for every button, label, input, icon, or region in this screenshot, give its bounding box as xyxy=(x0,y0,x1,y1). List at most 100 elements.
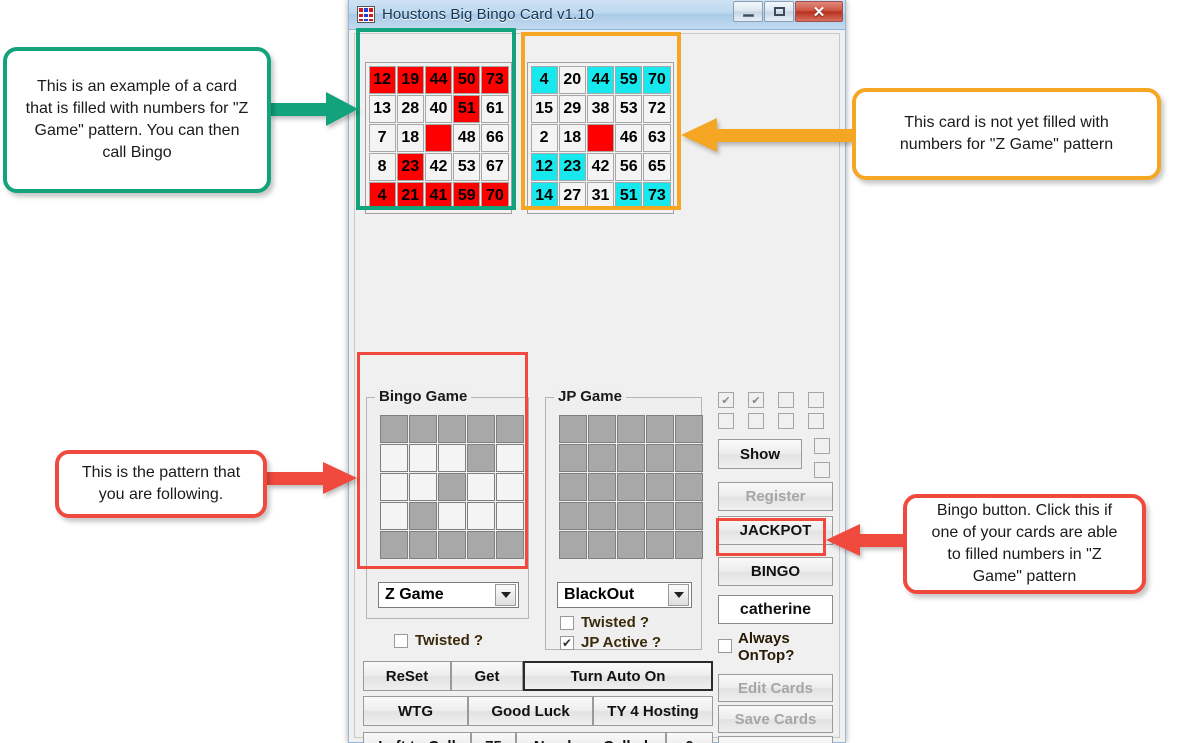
card-cell[interactable]: 21 xyxy=(396,181,424,210)
jackpot-button[interactable]: JACKPOT xyxy=(718,516,833,545)
player-name-field[interactable]: catherine xyxy=(718,595,833,624)
pattern-cell[interactable] xyxy=(437,472,466,501)
pattern-cell[interactable] xyxy=(437,530,466,559)
card-cell[interactable]: 15 xyxy=(530,94,558,123)
card-cell[interactable]: 18 xyxy=(396,123,424,152)
card-cell[interactable]: 8 xyxy=(368,152,396,181)
card-cell[interactable]: 46 xyxy=(615,123,643,152)
turn-auto-on-button[interactable]: Turn Auto On xyxy=(523,661,713,691)
card-cell[interactable]: 63 xyxy=(643,123,671,152)
card-cell[interactable]: 50 xyxy=(453,65,481,94)
card-cell[interactable]: 72 xyxy=(643,94,671,123)
pattern-cell[interactable] xyxy=(437,443,466,472)
card-cell[interactable]: 23 xyxy=(558,152,586,181)
pattern-cell[interactable] xyxy=(645,501,674,530)
pattern-cell[interactable] xyxy=(616,530,645,559)
wtg-button[interactable]: WTG xyxy=(363,696,468,726)
pattern-cell[interactable] xyxy=(379,414,408,443)
card-cell[interactable]: 4 xyxy=(368,181,396,210)
pattern-cell[interactable] xyxy=(616,443,645,472)
card-cell[interactable]: 42 xyxy=(424,152,453,181)
card-cell[interactable]: 23 xyxy=(396,152,424,181)
pattern-cell[interactable] xyxy=(587,472,616,501)
pattern-cell[interactable] xyxy=(495,443,524,472)
card-cell[interactable]: 70 xyxy=(481,181,509,210)
card-cell[interactable]: 65 xyxy=(643,152,671,181)
card-cell[interactable]: 19 xyxy=(396,65,424,94)
bingo-card-left[interactable]: 12 19 44 50 73 13 28 40 51 61 7 18 48 66 8 23 42 53 67 4 21 4… xyxy=(365,62,512,214)
card-cell[interactable]: 56 xyxy=(615,152,643,181)
get-button[interactable]: Get xyxy=(451,661,523,691)
pattern-cell[interactable] xyxy=(587,530,616,559)
reset-button[interactable]: ReSet xyxy=(363,661,451,691)
card-cell[interactable]: 59 xyxy=(615,65,643,94)
pattern-cell[interactable] xyxy=(408,530,437,559)
card-cell[interactable]: 44 xyxy=(424,65,453,94)
jp-twisted-checkbox[interactable]: Twisted ? xyxy=(560,614,649,631)
pattern-cell[interactable] xyxy=(379,530,408,559)
pattern-cell[interactable] xyxy=(616,472,645,501)
chevron-down-icon[interactable] xyxy=(495,584,516,606)
pattern-cell[interactable] xyxy=(616,414,645,443)
pattern-cell[interactable] xyxy=(466,414,495,443)
pattern-cell[interactable] xyxy=(466,501,495,530)
pattern-cell[interactable] xyxy=(408,443,437,472)
card-cell[interactable]: 20 xyxy=(558,65,586,94)
pattern-cell[interactable] xyxy=(466,443,495,472)
card-toggle-3[interactable] xyxy=(778,392,794,408)
card-toggle-2[interactable] xyxy=(748,392,764,408)
card-toggle-2[interactable] xyxy=(748,413,764,429)
load-cards-button[interactable]: Load Cards xyxy=(718,736,833,743)
pattern-cell[interactable] xyxy=(495,501,524,530)
card-toggle-1[interactable] xyxy=(718,413,734,429)
card-cell[interactable]: 66 xyxy=(481,123,509,152)
pattern-cell[interactable] xyxy=(495,414,524,443)
card-cell[interactable]: 53 xyxy=(453,152,481,181)
card-cell[interactable]: 67 xyxy=(481,152,509,181)
maximize-button[interactable] xyxy=(764,1,794,22)
pattern-cell[interactable] xyxy=(558,501,587,530)
pattern-cell[interactable] xyxy=(587,443,616,472)
pattern-cell[interactable] xyxy=(645,443,674,472)
edit-cards-button[interactable]: Edit Cards xyxy=(718,674,833,702)
chevron-down-icon[interactable] xyxy=(668,584,689,606)
pattern-cell[interactable] xyxy=(558,414,587,443)
pattern-cell[interactable] xyxy=(558,443,587,472)
pattern-cell[interactable] xyxy=(466,472,495,501)
pattern-cell[interactable] xyxy=(437,501,466,530)
card-cell[interactable]: 61 xyxy=(481,94,509,123)
card-cell[interactable]: 42 xyxy=(586,152,615,181)
card-cell[interactable]: 38 xyxy=(586,94,615,123)
card-cell[interactable]: 18 xyxy=(558,123,586,152)
pattern-cell[interactable] xyxy=(645,414,674,443)
extra-toggle-1[interactable] xyxy=(814,438,830,454)
card-cell[interactable]: 44 xyxy=(586,65,615,94)
card-cell[interactable]: 7 xyxy=(368,123,396,152)
save-cards-button[interactable]: Save Cards xyxy=(718,705,833,733)
card-toggle-4[interactable] xyxy=(808,392,824,408)
pattern-cell[interactable] xyxy=(558,472,587,501)
extra-toggle-2[interactable] xyxy=(814,462,830,478)
card-cell[interactable]: 73 xyxy=(643,181,671,210)
bingo-pattern-grid[interactable] xyxy=(379,414,524,559)
pattern-cell[interactable] xyxy=(379,472,408,501)
pattern-cell[interactable] xyxy=(408,501,437,530)
pattern-cell[interactable] xyxy=(466,530,495,559)
pattern-cell[interactable] xyxy=(437,414,466,443)
card-cell[interactable]: 14 xyxy=(530,181,558,210)
card-toggle-4[interactable] xyxy=(808,413,824,429)
card-cell[interactable]: 12 xyxy=(368,65,396,94)
card-cell[interactable]: 12 xyxy=(530,152,558,181)
card-cell[interactable]: 48 xyxy=(453,123,481,152)
bingo-button[interactable]: BINGO xyxy=(718,557,833,586)
pattern-cell[interactable] xyxy=(495,472,524,501)
pattern-cell[interactable] xyxy=(616,501,645,530)
bingo-card-right[interactable]: 4 20 44 59 70 15 29 38 53 72 2 18 46 63 12 23 42 56 65 14 27… xyxy=(527,62,674,214)
card-cell[interactable]: 13 xyxy=(368,94,396,123)
register-button[interactable]: Register xyxy=(718,482,833,511)
pattern-cell[interactable] xyxy=(558,530,587,559)
minimize-button[interactable] xyxy=(733,1,763,22)
card-cell[interactable]: 29 xyxy=(558,94,586,123)
card-cell[interactable]: 4 xyxy=(530,65,558,94)
jp-pattern-grid[interactable] xyxy=(558,414,703,559)
